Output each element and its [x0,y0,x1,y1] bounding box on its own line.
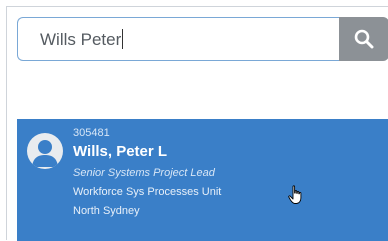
hand-cursor-icon [288,185,302,204]
search-icon [354,29,374,49]
search-input[interactable]: Wills Peter [17,17,339,61]
employee-name: Wills, Peter L [73,143,168,160]
search-button[interactable] [339,17,388,61]
employee-title: Senior Systems Project Lead [73,167,215,179]
text-caret [122,29,124,49]
employee-location: North Sydney [73,205,140,217]
people-search-panel: Wills Peter 305481 Wills, Peter L Senior… [6,6,388,241]
person-icon [27,133,63,169]
search-result-item[interactable]: 305481 Wills, Peter L Senior Systems Pro… [17,119,388,241]
employee-id: 305481 [73,127,110,139]
search-input-value: Wills Peter [40,30,122,49]
employee-unit: Workforce Sys Processes Unit [73,186,222,198]
